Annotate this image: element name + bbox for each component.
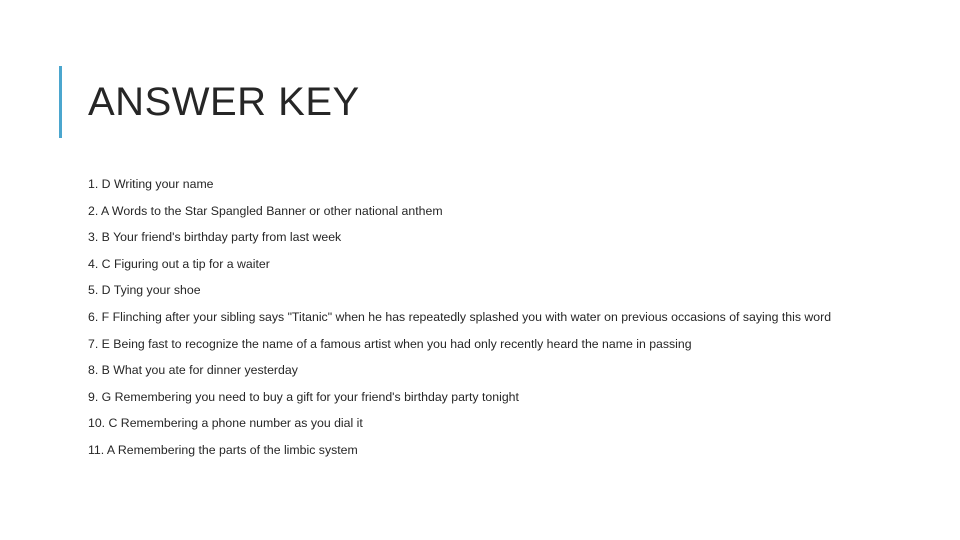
title-block: ANSWER KEY xyxy=(59,66,360,138)
answer-list: 1. D Writing your name 2. A Words to the… xyxy=(88,178,898,457)
list-item: 7. E Being fast to recognize the name of… xyxy=(88,336,692,351)
list-item: 1. D Writing your name xyxy=(88,177,214,191)
list-item: 11. A Remembering the parts of the limbi… xyxy=(88,442,358,457)
list-item: 3. B Your friend's birthday party from l… xyxy=(88,230,342,245)
slide: ANSWER KEY 1. D Writing your name 2. A W… xyxy=(0,0,960,540)
list-item: 10. C Remembering a phone number as you … xyxy=(88,416,363,431)
list-item: 6. F Flinching after your sibling says "… xyxy=(88,309,832,324)
list-item: 8. B What you ate for dinner yesterday xyxy=(88,363,298,378)
page-title: ANSWER KEY xyxy=(88,80,360,124)
list-item: 5. D Tying your shoe xyxy=(88,283,201,298)
list-item: 4. C Figuring out a tip for a waiter xyxy=(88,256,270,271)
list-item: 2. A Words to the Star Spangled Banner o… xyxy=(88,203,443,218)
list-item: 9. G Remembering you need to buy a gift … xyxy=(88,389,519,404)
